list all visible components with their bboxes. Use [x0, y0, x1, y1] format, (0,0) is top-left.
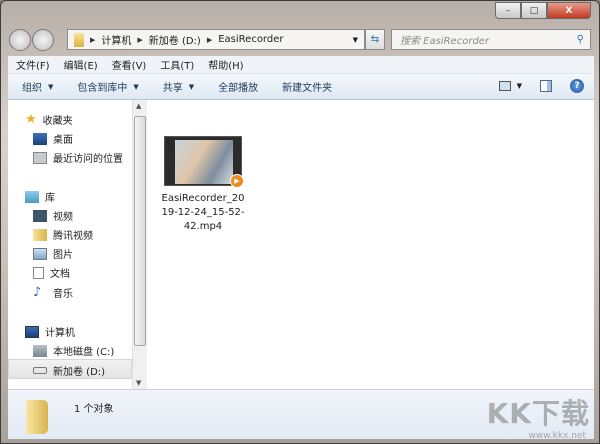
watermark-url: www.kkx.net — [528, 431, 587, 441]
refresh-button[interactable]: ⇆ — [365, 29, 385, 50]
file-item[interactable]: ▶ EasiRecorder_2019-12-24_15-52-42.mp4 — [161, 136, 245, 234]
search-placeholder: 搜索 EasiRecorder — [400, 36, 490, 47]
sidebar-tencent-video[interactable]: 腾讯视频 — [33, 227, 93, 242]
chevron-right-icon: ▶ — [90, 35, 96, 44]
sidebar-label: 计算机 — [45, 328, 75, 339]
breadcrumb-drive-d[interactable]: 新加卷 (D:) — [149, 32, 201, 47]
sidebar-desktop[interactable]: 桌面 — [33, 131, 73, 146]
sidebar-documents[interactable]: 文档 — [33, 265, 70, 280]
chevron-down-icon: ▼ — [516, 82, 522, 90]
menu-edit[interactable]: 编辑(E) — [64, 57, 98, 72]
new-folder-button[interactable]: 新建文件夹 — [282, 79, 332, 94]
sidebar-label: 最近访问的位置 — [53, 154, 123, 165]
explorer-window: – □ X ▶ 计算机 ▶ 新加卷 (D:) ▶ EasiRecorder ▼ ⇆ 搜… — [0, 0, 600, 444]
play-icon: ▶ — [230, 174, 244, 188]
sidebar-libraries[interactable]: 库 — [25, 189, 55, 204]
folder-icon — [74, 32, 84, 47]
scroll-down-icon[interactable]: ▼ — [136, 379, 141, 387]
details-pane: 1 个对象 KK下载 www.kkx.net — [8, 389, 594, 441]
scrollbar-thumb[interactable] — [134, 116, 146, 346]
folder-icon — [26, 400, 48, 434]
music-icon: ♪ — [33, 285, 42, 300]
command-bar: 组织 ▼ 包含到库中 ▼ 共享 ▼ 全部播放 新建文件夹 ▼ ? — [8, 74, 594, 100]
forward-button[interactable] — [32, 29, 54, 51]
computer-icon — [25, 325, 39, 338]
sidebar-videos[interactable]: 视频 — [33, 208, 73, 223]
include-label: 包含到库中 — [77, 83, 128, 94]
chevron-down-icon: ▼ — [188, 82, 195, 91]
sidebar-label: 本地磁盘 (C:) — [53, 347, 115, 358]
chevron-down-icon: ▼ — [48, 82, 54, 91]
search-icon[interactable]: ⚲ — [577, 34, 584, 45]
watermark-logo: KK下载 — [486, 397, 590, 430]
window-controls: – □ X — [495, 2, 591, 19]
scroll-up-icon[interactable]: ▲ — [136, 102, 141, 110]
breadcrumb-computer[interactable]: 计算机 — [101, 32, 131, 47]
pictures-icon — [33, 247, 47, 260]
menu-bar: 文件(F) 编辑(E) 查看(V) 工具(T) 帮助(H) — [8, 56, 594, 74]
help-button[interactable]: ? — [570, 79, 584, 93]
sidebar-label: 收藏夹 — [42, 116, 73, 127]
menu-file[interactable]: 文件(F) — [16, 57, 50, 72]
nav-buttons — [9, 29, 55, 51]
search-input[interactable]: 搜索 EasiRecorder ⚲ — [391, 29, 591, 50]
sidebar-drive-d[interactable]: 新加卷 (D:) — [33, 363, 105, 378]
view-icon — [498, 81, 511, 91]
organize-label: 组织 — [22, 83, 42, 94]
sidebar-label: 桌面 — [53, 135, 73, 146]
close-button[interactable]: X — [547, 2, 591, 19]
folder-icon — [33, 228, 47, 241]
star-icon: ★ — [25, 112, 37, 127]
organize-button[interactable]: 组织 ▼ — [22, 79, 54, 95]
sidebar-label: 新加卷 (D:) — [53, 367, 106, 378]
sidebar-label: 图片 — [53, 250, 73, 261]
include-in-library-button[interactable]: 包含到库中 ▼ — [77, 79, 139, 95]
chevron-down-icon: ▼ — [133, 82, 139, 91]
sidebar-scrollbar[interactable]: ▲ ▼ — [132, 100, 147, 389]
play-all-button[interactable]: 全部播放 — [218, 79, 258, 94]
item-count: 1 个对象 — [74, 404, 114, 415]
chevron-right-icon: ▶ — [137, 35, 143, 44]
chevron-right-icon: ▶ — [206, 35, 213, 44]
sidebar-pictures[interactable]: 图片 — [33, 246, 73, 261]
view-options-button[interactable]: ▼ — [498, 81, 522, 91]
sidebar-label: 文档 — [50, 269, 70, 280]
address-bar[interactable]: ▶ 计算机 ▶ 新加卷 (D:) ▶ EasiRecorder ▼ — [67, 29, 365, 50]
minimize-button[interactable]: – — [495, 2, 521, 19]
menu-view[interactable]: 查看(V) — [112, 57, 147, 72]
file-name: EasiRecorder_2019-12-24_15-52-42.mp4 — [161, 193, 245, 232]
video-thumbnail: ▶ — [164, 136, 244, 188]
drive-icon — [33, 344, 47, 357]
menu-help[interactable]: 帮助(H) — [208, 57, 243, 72]
breadcrumb-easirecorder[interactable]: EasiRecorder — [218, 34, 283, 45]
address-dropdown-icon[interactable]: ▼ — [353, 36, 358, 44]
sidebar-music[interactable]: ♪ 音乐 — [33, 285, 73, 300]
desktop-icon — [33, 132, 47, 145]
sidebar-computer[interactable]: 计算机 — [25, 324, 75, 339]
share-button[interactable]: 共享 ▼ — [162, 79, 195, 95]
share-label: 共享 — [162, 83, 183, 94]
library-icon — [25, 190, 39, 203]
file-list: ▶ EasiRecorder_2019-12-24_15-52-42.mp4 — [147, 100, 594, 389]
sidebar-label: 库 — [45, 193, 55, 204]
recent-places-icon — [33, 151, 47, 164]
menu-tools[interactable]: 工具(T) — [160, 57, 194, 72]
document-icon — [33, 266, 44, 279]
back-button[interactable] — [9, 29, 31, 51]
preview-pane-button[interactable] — [540, 80, 552, 92]
sidebar-label: 视频 — [53, 212, 73, 223]
sidebar-label: 腾讯视频 — [53, 231, 93, 242]
refresh-icon: ⇆ — [370, 34, 380, 45]
drive-icon — [33, 367, 47, 374]
maximize-button[interactable]: □ — [521, 2, 547, 19]
sidebar-recent[interactable]: 最近访问的位置 — [33, 150, 123, 165]
video-icon — [33, 209, 47, 222]
sidebar-drive-c[interactable]: 本地磁盘 (C:) — [33, 343, 114, 358]
sidebar-label: 音乐 — [53, 289, 73, 300]
video-frame — [175, 140, 233, 184]
sidebar-favorites[interactable]: ★ 收藏夹 — [25, 112, 73, 127]
